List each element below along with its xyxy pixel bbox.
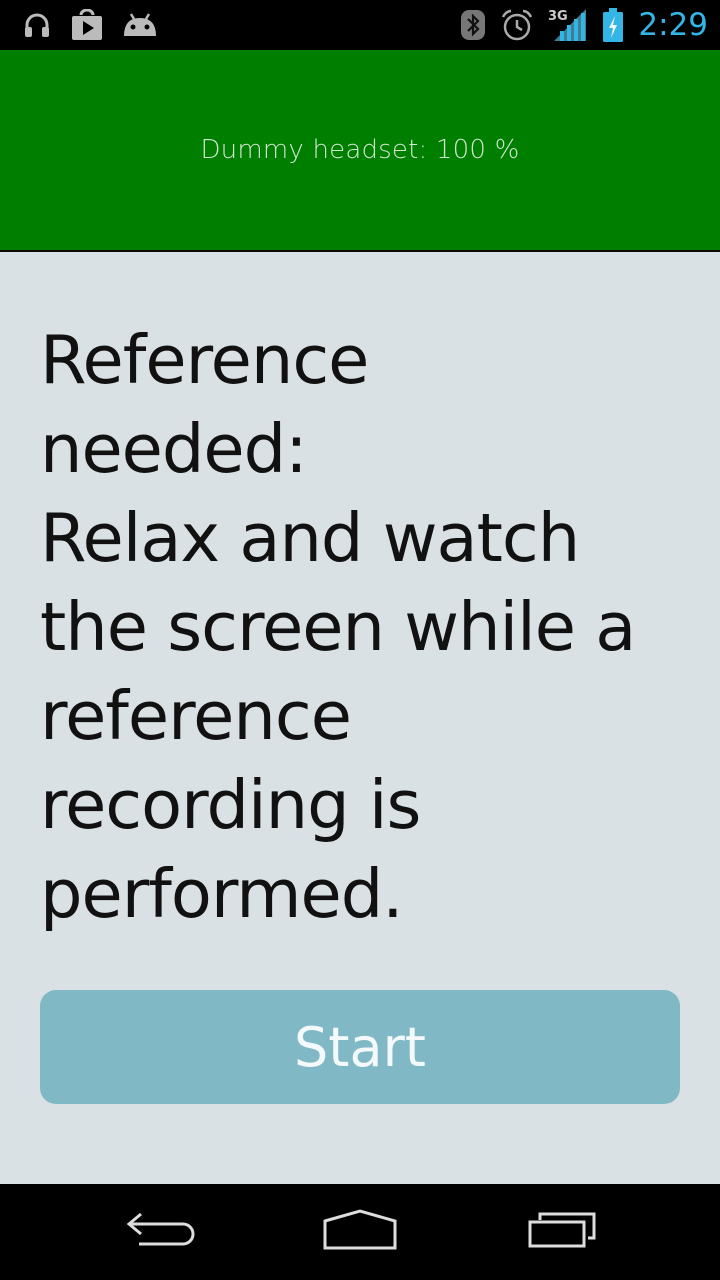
- signal-icon: 3G: [548, 7, 588, 43]
- back-button[interactable]: [80, 1184, 240, 1280]
- clock-time: 2:29: [638, 7, 708, 43]
- headset-status-banner: Dummy headset: 100 %: [0, 50, 720, 252]
- notification-icons: [22, 8, 158, 42]
- status-bar: 3G 2:29: [0, 0, 720, 50]
- navigation-bar: [0, 1184, 720, 1280]
- home-button[interactable]: [280, 1184, 440, 1280]
- network-type-label: 3G: [548, 9, 568, 24]
- start-button[interactable]: Start: [40, 990, 680, 1104]
- alarm-icon: [500, 8, 534, 42]
- recent-apps-icon: [526, 1210, 598, 1254]
- system-status: 3G 2:29: [460, 4, 708, 46]
- battery-charging-icon: [602, 8, 624, 42]
- back-icon: [125, 1210, 195, 1254]
- instruction-text: Reference needed: Relax and watch the sc…: [40, 321, 636, 933]
- headphones-icon: [22, 10, 52, 40]
- recent-apps-button[interactable]: [482, 1184, 642, 1280]
- home-icon: [322, 1209, 398, 1255]
- android-icon: [122, 10, 158, 40]
- app-screen: 3G 2:29 Dummy headset: 100 % Reference n…: [0, 0, 720, 1280]
- headset-status-text: Dummy headset: 100 %: [200, 135, 520, 165]
- bluetooth-icon: [460, 9, 486, 41]
- play-store-icon: [70, 9, 104, 41]
- main-content: Reference needed: Relax and watch the sc…: [0, 252, 720, 1184]
